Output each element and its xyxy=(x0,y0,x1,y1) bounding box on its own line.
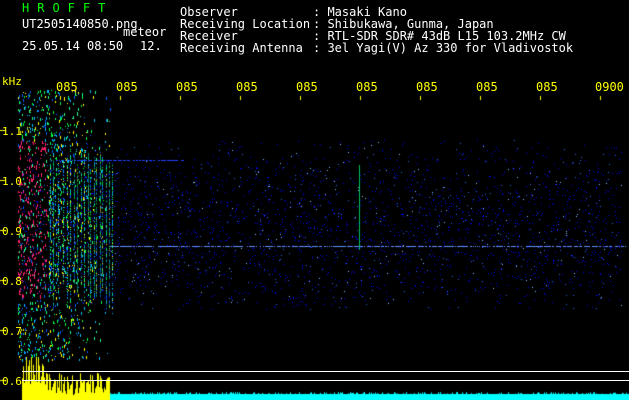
filename-label: UT2505140850.png xyxy=(22,17,138,31)
x-tick-label: 085 xyxy=(476,80,498,94)
x-tick-label: 0900 xyxy=(595,80,624,94)
y-tick-label: 0.8 xyxy=(2,275,22,288)
spectrogram-window: HROFFT UT2505140850.png meteor 25.05.14 … xyxy=(0,0,629,400)
x-tick-label: 085 xyxy=(296,80,318,94)
level-divider xyxy=(22,380,629,381)
y-tick-label: 0.7 xyxy=(2,325,22,338)
datetime-label: 25.05.14 08:50 xyxy=(22,39,124,53)
y-tick-label: 0.9 xyxy=(2,225,22,238)
antenna-label: Receiving Antenna xyxy=(180,41,303,55)
y-tick-label: 1.1 xyxy=(2,125,22,138)
spectrogram-canvas xyxy=(0,0,629,400)
x-tick-label: 085 xyxy=(536,80,558,94)
brand-title: HROFFT xyxy=(22,1,114,15)
y-tick-label: 0.6 xyxy=(2,375,22,388)
x-tick-label: 085 xyxy=(356,80,378,94)
x-tick-label: 085 xyxy=(56,80,78,94)
mode-label: meteor xyxy=(123,25,167,39)
x-tick-label: 085 xyxy=(236,80,258,94)
antenna-value: : 3el Yagi(V) Az 330 for Vladivostok xyxy=(313,41,574,55)
x-tick-label: 085 xyxy=(176,80,198,94)
x-tick-label: 085 xyxy=(116,80,138,94)
count-label: 12. xyxy=(140,39,162,53)
y-tick-label: 1.0 xyxy=(2,175,22,188)
level-divider xyxy=(22,371,629,372)
x-tick-label: 085 xyxy=(416,80,438,94)
y-axis-unit: kHz xyxy=(2,75,22,88)
